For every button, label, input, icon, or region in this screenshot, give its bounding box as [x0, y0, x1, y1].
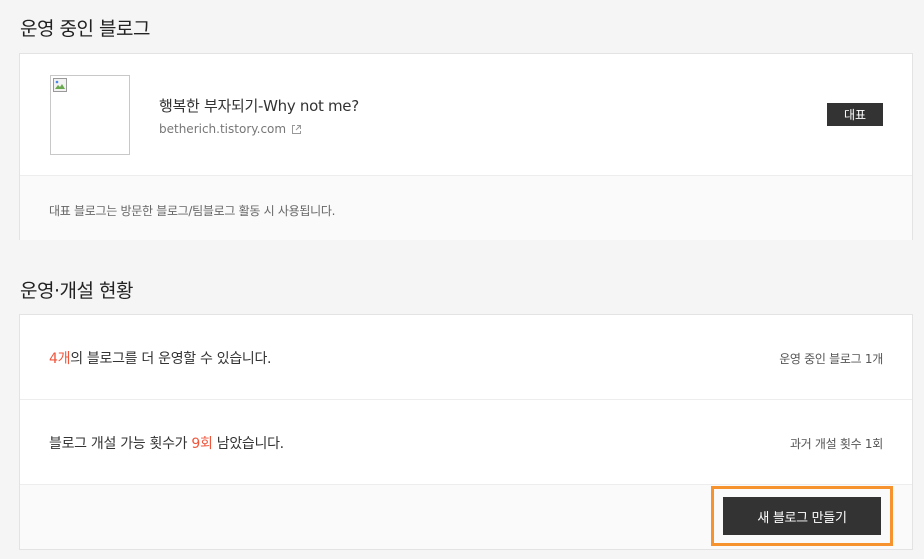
create-status-suffix: 남았습니다.	[212, 436, 284, 452]
operating-blog-count: 운영 중인 블로그 1개	[779, 352, 883, 366]
create-remaining-count: 9회	[191, 436, 213, 452]
status-footer: 새 블로그 만들기	[20, 485, 912, 549]
operate-remaining-count: 4개	[49, 351, 71, 367]
operate-status-row: 4개의 블로그를 더 운영할 수 있습니다. 운영 중인 블로그 1개	[20, 315, 912, 400]
section-title-status: 운영·개설 현황	[20, 280, 133, 302]
create-button-focus-frame: 새 블로그 만들기	[711, 486, 893, 546]
operate-status-suffix: 의 블로그를 더 운영할 수 있습니다.	[70, 351, 272, 367]
representative-blog-card: 행복한 부자되기-Why not me? betherich.tistory.c…	[19, 53, 913, 240]
section-title-operating-blogs: 운영 중인 블로그	[20, 18, 150, 40]
representative-notice: 대표 블로그는 방문한 블로그/팀블로그 활동 시 사용됩니다.	[20, 175, 912, 240]
create-status-row: 블로그 개설 가능 횟수가 9회 남았습니다. 과거 개설 횟수 1회	[20, 400, 912, 485]
broken-image-icon	[53, 78, 67, 92]
operate-status-text: 4개의 블로그를 더 운영할 수 있습니다.	[49, 348, 272, 368]
create-status-text: 블로그 개설 가능 횟수가 9회 남았습니다.	[49, 433, 284, 453]
blog-url[interactable]: betherich.tistory.com	[159, 122, 286, 136]
blog-name[interactable]: 행복한 부자되기-Why not me?	[159, 95, 359, 116]
representative-badge: 대표	[827, 103, 883, 126]
blog-url-link[interactable]: betherich.tistory.com	[159, 122, 302, 136]
blog-thumbnail[interactable]	[50, 75, 130, 155]
create-new-blog-button[interactable]: 새 블로그 만들기	[723, 497, 881, 535]
notice-text: 대표 블로그는 방문한 블로그/팀블로그 활동 시 사용됩니다.	[49, 204, 336, 218]
past-creation-count: 과거 개설 횟수 1회	[789, 437, 883, 451]
external-link-icon	[292, 124, 302, 134]
status-card: 4개의 블로그를 더 운영할 수 있습니다. 운영 중인 블로그 1개 블로그 …	[19, 314, 913, 550]
create-status-prefix: 블로그 개설 가능 횟수가	[49, 436, 192, 452]
